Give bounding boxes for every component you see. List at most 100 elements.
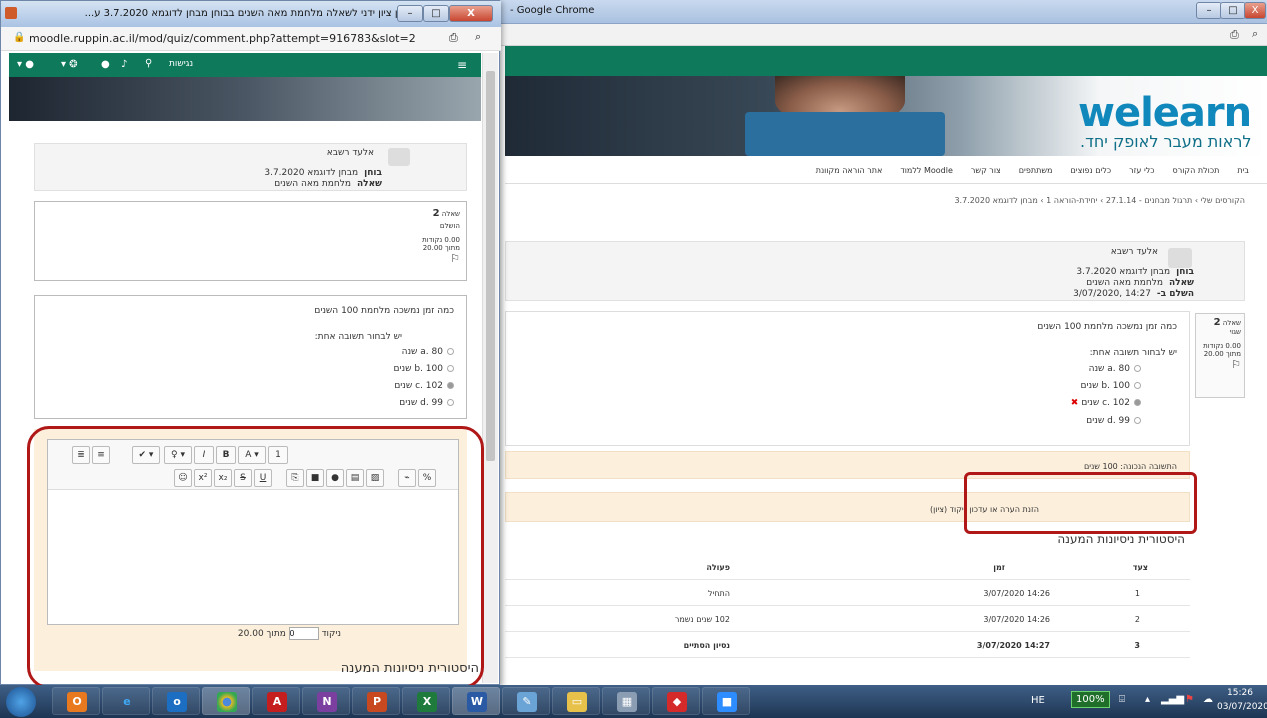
popup-close-button[interactable]: X <box>449 5 493 22</box>
user-menu-icon[interactable]: ▾ ● <box>17 59 34 70</box>
system-tray: HE 100% ⌹ ▴ ▂▄▆ ⚑ ☁ 15:26 03/07/2020 <box>1027 685 1267 718</box>
moodle-favicon-icon <box>5 7 17 19</box>
taskbar-app-paint[interactable]: ✎ <box>502 687 550 715</box>
chrome-icon <box>217 692 237 712</box>
info-question-row: שאלהמלחמת מאה השנים <box>1086 278 1194 288</box>
question-content: כמה זמן נמשכה מלחמת 100 השנים יש לבחור ת… <box>505 311 1190 446</box>
bg-top-bar <box>505 46 1267 76</box>
zoom-icon[interactable]: ⌕ <box>475 30 481 44</box>
flag-icon[interactable]: ⚐ <box>41 252 460 265</box>
battery-indicator[interactable]: 100% <box>1071 691 1110 708</box>
mail-icon: o <box>167 692 187 712</box>
bg-minimize-button[interactable]: – <box>1196 2 1222 19</box>
search-icon[interactable]: ⚲ <box>145 58 152 69</box>
chat-icon[interactable]: ● <box>101 59 110 70</box>
radio-icon <box>447 348 454 355</box>
taskbar-app-outlook[interactable]: O <box>52 687 100 715</box>
table-row: 1 14:26 3/07/2020 התחיל <box>505 582 1190 606</box>
wrong-icon: ✖ <box>1070 398 1079 408</box>
nav-online-teaching[interactable]: אתר הוראה מקוונת <box>816 166 883 175</box>
highlight-annotation-comment <box>964 472 1197 534</box>
ie-icon: e <box>123 695 131 708</box>
lock-icon: 🔒 <box>13 32 26 43</box>
popup-attempt-info: אלעד רשבא בוחןמבחן לדוגמא 3.7.2020 שאלהמ… <box>34 143 467 191</box>
comment-popup-window: מתן ציון ידני לשאלה מלחמת מאה השנים בבוח… <box>0 0 501 689</box>
clock-date[interactable]: 03/07/2020 <box>1217 702 1267 712</box>
bell-icon[interactable]: ♪ <box>121 59 127 70</box>
question-prompt: יש לבחור תשובה אחת: <box>1089 348 1177 358</box>
taskbar-app-word[interactable]: W <box>452 687 500 715</box>
tray-app-icon[interactable]: ⌹ <box>1119 694 1125 705</box>
popup-url[interactable]: moodle.ruppin.ac.il/mod/quiz/comment.php… <box>29 32 416 45</box>
avatar <box>1168 248 1192 268</box>
nav-home[interactable]: בית <box>1237 166 1249 175</box>
popup-question-row: שאלהמלחמת מאה השנים <box>274 179 382 189</box>
bg-maximize-button[interactable]: □ <box>1220 2 1246 19</box>
taskbar-app-powerpoint[interactable]: P <box>352 687 400 715</box>
info-exam-row: בוחןמבחן לדוגמא 3.7.2020 <box>1076 267 1194 277</box>
popup-student-name[interactable]: אלעד רשבא <box>327 148 374 158</box>
popup-banner-image <box>9 77 481 121</box>
movie-icon: ▦ <box>617 692 637 712</box>
popup-question-text: כמה זמן נמשכה מלחמת 100 השנים <box>314 306 454 316</box>
globe-icon[interactable]: ▾ ❂ <box>61 59 78 70</box>
zoom-icon[interactable]: ⌕ <box>1252 27 1258 41</box>
scrollbar-thumb[interactable] <box>486 71 495 461</box>
nav-common-tools[interactable]: כלים נפוצים <box>1070 166 1111 175</box>
option-d: d. 99 שנים <box>1086 416 1141 426</box>
popup-scrollbar[interactable] <box>482 53 498 683</box>
start-button[interactable] <box>6 687 36 717</box>
popup-top-bar: ▾ ● ▾ ❂ ● ♪ ⚲ נגישות ≡ <box>9 53 481 77</box>
taskbar-app-moviemaker[interactable]: ▦ <box>602 687 650 715</box>
radio-icon <box>447 399 454 406</box>
onedrive-icon[interactable]: ☁ <box>1203 694 1213 705</box>
show-hidden-icons[interactable]: ▴ <box>1145 694 1150 705</box>
popup-titlebar: מתן ציון ידני לשאלה מלחמת מאה השנים בבוח… <box>1 1 501 27</box>
history-title: היסטורית ניסיונות המענה <box>1057 532 1185 546</box>
flag-icon[interactable]: ⚐ <box>1199 358 1241 371</box>
popup-question-info: שאלה 2 הושלם 0.00 נקודות מתוך 20.00 ⚐ <box>34 201 467 281</box>
welearn-slogan: לראות מעבר לאופק יחד. <box>1080 132 1252 151</box>
background-window-title: - Google Chrome <box>510 5 595 16</box>
taskbar-app-onenote[interactable]: N <box>302 687 350 715</box>
taskbar-app-ie[interactable]: e <box>102 687 150 715</box>
nav-learn-moodle[interactable]: ללמוד Moodle <box>900 166 953 175</box>
nav-participants[interactable]: משתתפים <box>1019 166 1053 175</box>
radio-icon <box>447 365 454 372</box>
network-icon[interactable]: ⚑ <box>1185 694 1194 705</box>
student-name[interactable]: אלעד רשבא <box>1111 247 1158 257</box>
bg-close-button[interactable]: X <box>1244 2 1266 19</box>
nav-course-content[interactable]: תכולת הקורס <box>1173 166 1220 175</box>
radio-icon <box>1134 382 1141 389</box>
translate-icon[interactable]: ⎙ <box>1230 28 1239 42</box>
taskbar-app-excel[interactable]: X <box>402 687 450 715</box>
word-icon: W <box>467 692 487 712</box>
hamburger-menu-icon[interactable]: ≡ <box>457 58 467 72</box>
signal-icon[interactable]: ▂▄▆ <box>1161 694 1184 705</box>
breadcrumb[interactable]: הקורסים שלי › תרגול מבחנים - 27.1.14 › י… <box>505 196 1245 210</box>
radio-selected-icon <box>447 382 454 389</box>
taskbar-app-mail[interactable]: o <box>152 687 200 715</box>
taskbar-app-zoom[interactable]: ■ <box>702 687 750 715</box>
taskbar-app-acrobat[interactable]: A <box>252 687 300 715</box>
nav-tools[interactable]: כלי עזר <box>1129 166 1154 175</box>
taskbar-app-chrome[interactable] <box>202 687 250 715</box>
table-header: צעד זמן פעולה <box>505 556 1190 580</box>
popup-minimize-button[interactable]: – <box>397 5 423 22</box>
clock-time[interactable]: 15:26 <box>1227 688 1253 698</box>
radio-icon <box>1134 417 1141 424</box>
popup-option-a: a. 80 שנה <box>402 347 454 357</box>
question-text: כמה זמן נמשכה מלחמת 100 השנים <box>1037 322 1177 332</box>
popup-option-d: d. 99 שנים <box>399 398 454 408</box>
language-indicator[interactable]: HE <box>1031 695 1045 706</box>
outlook-icon: O <box>67 692 87 712</box>
taskbar-app-anydesk[interactable]: ◆ <box>652 687 700 715</box>
popup-maximize-button[interactable]: □ <box>423 5 449 22</box>
translate-icon[interactable]: ⎙ <box>449 31 458 45</box>
popup-address-bar[interactable]: 🔒 moodle.ruppin.ac.il/mod/quiz/comment.p… <box>1 27 501 51</box>
windows-taskbar: O e o A N P X W ✎ ▭ ▦ ◆ ■ HE 100% ⌹ ▴ ▂▄… <box>0 685 1267 718</box>
nav-contact[interactable]: צור קשר <box>971 166 1001 175</box>
taskbar-app-explorer[interactable]: ▭ <box>552 687 600 715</box>
accessibility-link[interactable]: נגישות <box>169 59 193 69</box>
popup-question-status: הושלם <box>439 222 460 230</box>
